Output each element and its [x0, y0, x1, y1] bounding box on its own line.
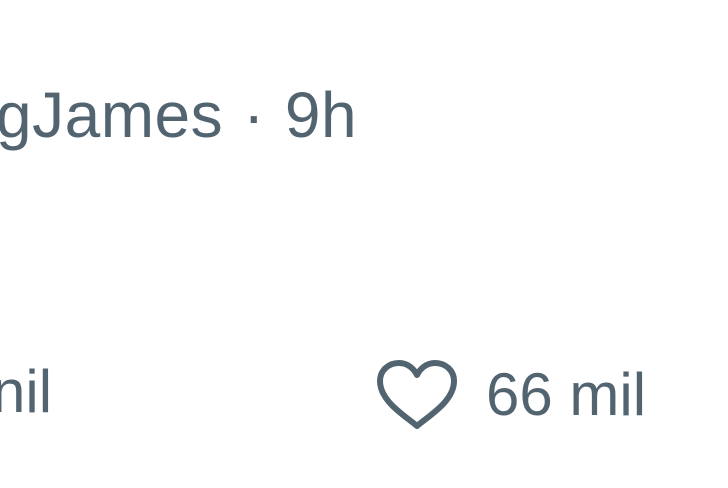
- heart-icon: [377, 360, 457, 429]
- like-button[interactable]: 66 mil: [374, 350, 646, 440]
- retweet-count[interactable]: nil: [0, 362, 52, 422]
- tweet-action-bar: nil 66 mil: [0, 350, 728, 440]
- author-handle[interactable]: gJames: [0, 83, 223, 147]
- like-count: 66 mil: [486, 361, 647, 428]
- header-separator: ·: [243, 79, 265, 151]
- tweet-timestamp[interactable]: 9h: [285, 83, 357, 147]
- tweet-header: gJames · 9h: [0, 70, 357, 160]
